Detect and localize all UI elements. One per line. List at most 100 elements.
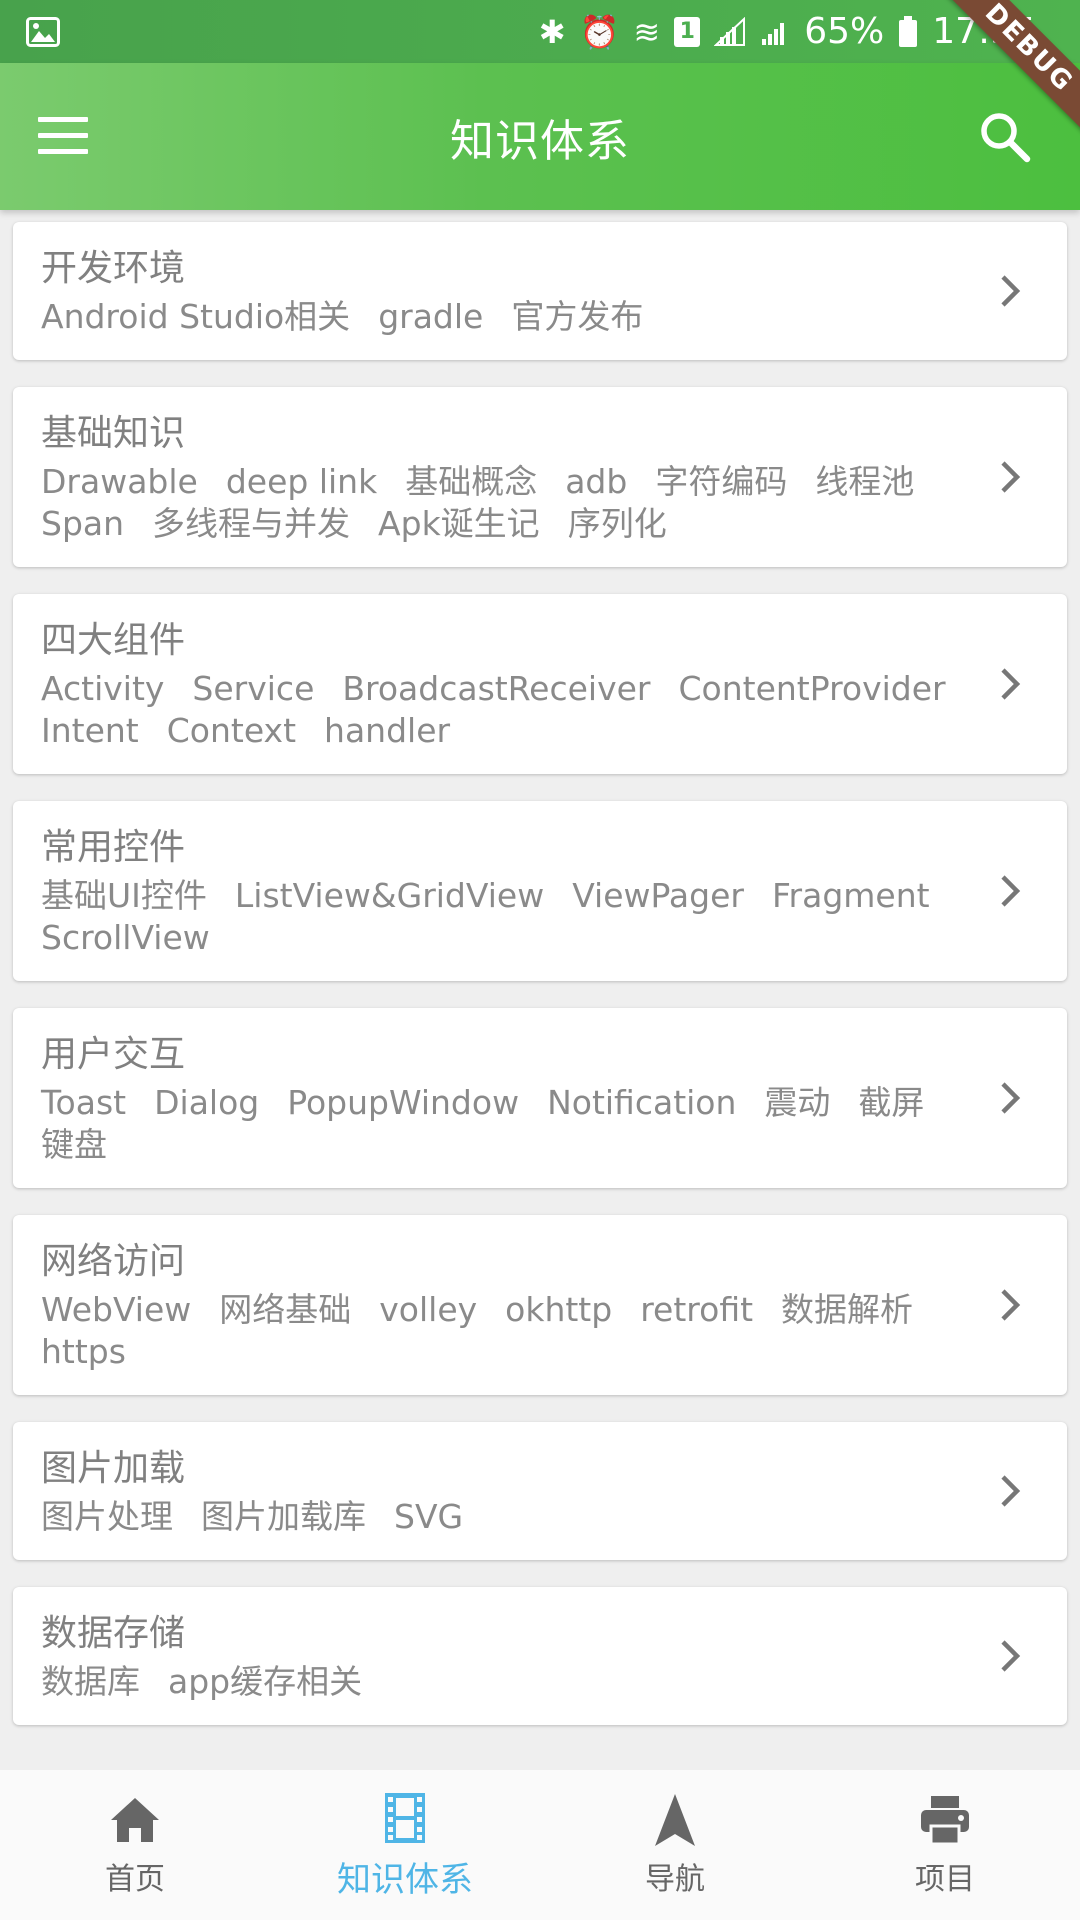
category-tag: SVG bbox=[394, 1497, 464, 1536]
nav-tab-3[interactable]: 项目 bbox=[810, 1770, 1080, 1920]
wifi-icon: ≋ bbox=[633, 12, 661, 51]
category-tag: Notification bbox=[547, 1083, 737, 1122]
battery-icon bbox=[899, 15, 918, 47]
category-tag: volley bbox=[379, 1290, 478, 1329]
category-title: 图片加载 bbox=[41, 1448, 186, 1489]
category-card[interactable]: 基础知识 Drawable deep link 基础概念 adb 字符编码 线程池 Span 多… bbox=[13, 387, 1067, 567]
bottom-navigation: 首页 知识体系 导航 项目 bbox=[0, 1770, 1080, 1920]
nav-tab-label: 项目 bbox=[915, 1862, 975, 1897]
category-tag: Activity bbox=[41, 669, 165, 708]
category-tags: Android Studio相关 gradle 官方发布 bbox=[41, 296, 977, 338]
category-card[interactable]: 开发环境 Android Studio相关 gradle 官方发布 bbox=[13, 222, 1067, 360]
category-title: 数据存储 bbox=[41, 1613, 186, 1654]
category-card[interactable]: 网络访问 WebView 网络基础 volley okhttp retrofit 数据解析 h… bbox=[13, 1215, 1067, 1395]
nav-tab-1[interactable]: 知识体系 bbox=[270, 1770, 540, 1920]
category-tag: ContentProvider bbox=[678, 669, 946, 708]
category-tags: WebView 网络基础 volley okhttp retrofit 数据解析 https bbox=[41, 1289, 977, 1373]
category-card[interactable]: 图片加载图片处理 图片加载库 SVG bbox=[13, 1422, 1067, 1560]
category-list[interactable]: 开发环境 Android Studio相关 gradle 官方发布 基础知识 Drawab… bbox=[0, 210, 1080, 1770]
app-bar: 知识体系 bbox=[0, 63, 1080, 210]
category-title: 常用控件 bbox=[41, 827, 186, 868]
category-tag: 基础UI控件 bbox=[41, 876, 207, 915]
signal-strength-icon bbox=[714, 16, 746, 46]
chevron-right-icon bbox=[1001, 461, 1021, 493]
nav-tab-label: 知识体系 bbox=[337, 1859, 473, 1900]
category-title: 四大组件 bbox=[41, 620, 186, 661]
category-tag: 序列化 bbox=[567, 504, 667, 543]
chevron-right-icon bbox=[1001, 1640, 1021, 1672]
category-tag: 网络基础 bbox=[219, 1290, 352, 1329]
category-tag: 震动 bbox=[764, 1083, 831, 1122]
category-tag: Drawable bbox=[41, 462, 198, 501]
category-title: 网络访问 bbox=[41, 1241, 186, 1282]
menu-icon bbox=[38, 116, 88, 122]
menu-button[interactable] bbox=[38, 116, 88, 157]
category-tag: ViewPager bbox=[572, 876, 744, 915]
category-tag: 线程池 bbox=[815, 462, 915, 501]
category-card[interactable]: 数据存储数据库 app缓存相关 bbox=[13, 1587, 1067, 1725]
chevron-right-icon bbox=[1001, 875, 1021, 907]
category-title: 开发环境 bbox=[41, 248, 186, 289]
category-tag: 字符编码 bbox=[655, 462, 788, 501]
category-tag: Fragment bbox=[771, 876, 930, 915]
category-tag: https bbox=[41, 1332, 126, 1371]
category-tags: 基础UI控件 ListView&GridView ViewPager Fragment… bbox=[41, 875, 977, 959]
nav-tab-label: 导航 bbox=[645, 1862, 705, 1897]
category-tag: 基础概念 bbox=[405, 462, 538, 501]
category-tag: deep link bbox=[225, 462, 378, 501]
category-tag: 数据解析 bbox=[781, 1290, 914, 1329]
category-title: 基础知识 bbox=[41, 413, 186, 454]
category-tag: ScrollView bbox=[41, 918, 210, 957]
category-tag: 键盘 bbox=[41, 1125, 107, 1164]
category-tag: ListView&GridView bbox=[234, 876, 545, 915]
category-card[interactable]: 常用控件基础UI控件 ListView&GridView ViewPager Frag… bbox=[13, 801, 1067, 981]
category-tag: adb bbox=[565, 462, 628, 501]
category-tag: Service bbox=[192, 669, 315, 708]
category-tag: app缓存相关 bbox=[168, 1662, 363, 1701]
category-tag: okhttp bbox=[505, 1290, 613, 1329]
category-title: 用户交互 bbox=[41, 1034, 186, 1075]
nav-tab-label: 首页 bbox=[105, 1862, 165, 1897]
category-tag: Intent bbox=[41, 711, 139, 750]
home-icon bbox=[107, 1792, 163, 1848]
category-tags: 图片处理 图片加载库 SVG bbox=[41, 1496, 977, 1538]
category-tag: retrofit bbox=[640, 1290, 754, 1329]
category-tag: 官方发布 bbox=[511, 297, 644, 336]
category-tag: BroadcastReceiver bbox=[342, 669, 651, 708]
category-tag: 多线程与并发 bbox=[152, 504, 351, 543]
search-icon[interactable] bbox=[978, 110, 1032, 164]
chevron-right-icon bbox=[1001, 668, 1021, 700]
film-icon bbox=[377, 1790, 433, 1846]
category-tag: WebView bbox=[41, 1290, 192, 1329]
category-tag: handler bbox=[324, 711, 451, 750]
category-tag: Toast bbox=[41, 1083, 127, 1122]
category-tag: 图片处理 bbox=[41, 1497, 173, 1536]
alarm-icon: ⏰ bbox=[579, 12, 620, 51]
navigation-arrow-icon bbox=[647, 1792, 703, 1848]
chevron-right-icon bbox=[1001, 1082, 1021, 1114]
category-tag: 数据库 bbox=[41, 1662, 140, 1701]
category-card[interactable]: 用户交互 Toast Dialog PopupWindow Notification 震动… bbox=[13, 1008, 1067, 1188]
category-tags: Activity Service BroadcastReceiver ContentP… bbox=[41, 668, 977, 752]
nav-tab-2[interactable]: 导航 bbox=[540, 1770, 810, 1920]
category-tags: Toast Dialog PopupWindow Notification 震动 截屏键盘 bbox=[41, 1082, 977, 1166]
category-tag: Span bbox=[41, 504, 125, 543]
nav-tab-0[interactable]: 首页 bbox=[0, 1770, 270, 1920]
sim-slot-badge: 1 bbox=[674, 16, 701, 47]
battery-percent: 65% bbox=[804, 11, 885, 52]
chevron-right-icon bbox=[1001, 275, 1021, 307]
category-tags: Drawable deep link 基础概念 adb 字符编码 线程池 Span 多线程与并… bbox=[41, 461, 977, 545]
category-tags: 数据库 app缓存相关 bbox=[41, 1661, 977, 1703]
printer-icon bbox=[917, 1792, 973, 1848]
category-tag: Context bbox=[166, 711, 297, 750]
status-bar: ✱ ⏰ ≋ 1 65% 17:35 bbox=[0, 0, 1080, 63]
chevron-right-icon bbox=[1001, 1289, 1021, 1321]
signal-strength-2-icon bbox=[762, 22, 785, 45]
chevron-right-icon bbox=[1001, 1475, 1021, 1507]
category-tag: 截屏 bbox=[858, 1083, 925, 1122]
category-tag: PopupWindow bbox=[287, 1083, 520, 1122]
category-tag: Apk诞生记 bbox=[378, 504, 540, 543]
page-title: 知识体系 bbox=[450, 115, 630, 167]
category-card[interactable]: 四大组件 Activity Service BroadcastReceiver Cont… bbox=[13, 594, 1067, 774]
category-tag: Dialog bbox=[154, 1083, 260, 1122]
